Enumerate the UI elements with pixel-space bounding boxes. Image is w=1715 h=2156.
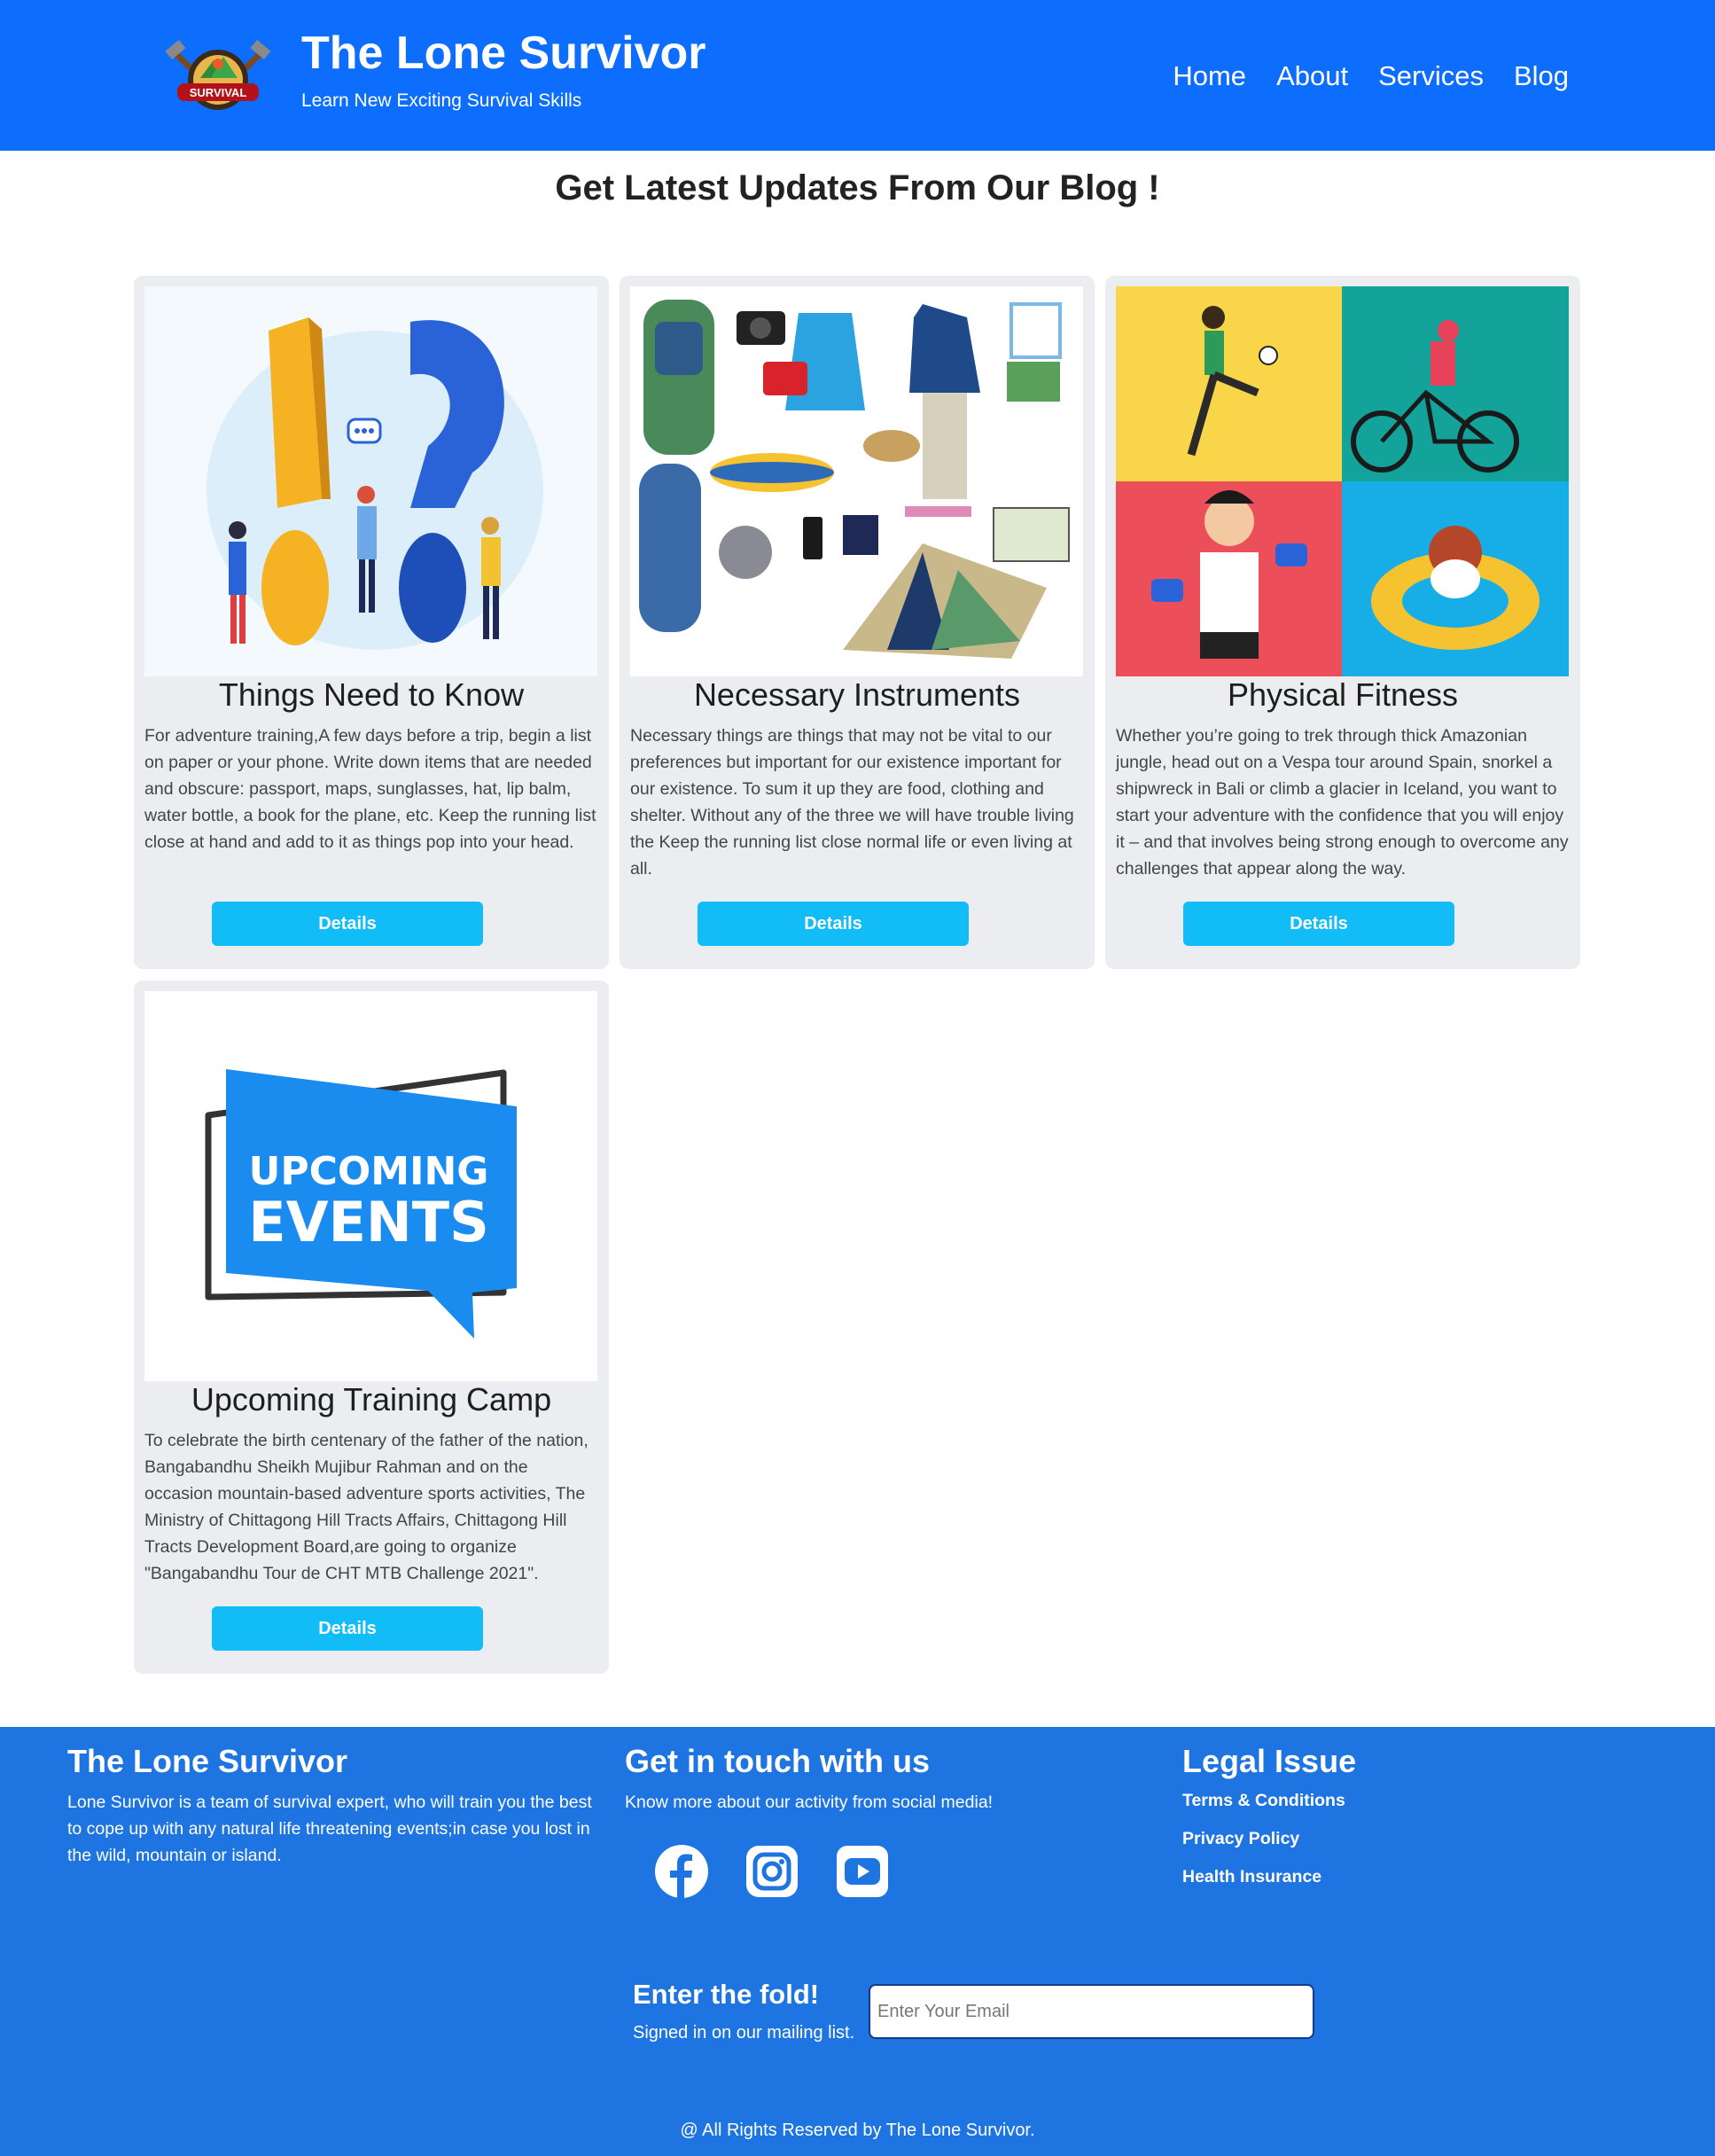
- site-title[interactable]: The Lone Survivor: [301, 27, 706, 80]
- details-button[interactable]: Details: [1183, 902, 1454, 946]
- copyright: @ All Rights Reserved by The Lone Surviv…: [680, 2121, 1035, 2140]
- footer-about-text: Lone Survivor is a team of survival expe…: [67, 1793, 592, 1865]
- logo-text: SURVIVAL: [190, 86, 247, 99]
- card-title: Things Need to Know: [218, 676, 525, 713]
- privacy-link[interactable]: Privacy Policy: [1182, 1829, 1625, 1849]
- site-header: SURVIVAL The Lone Survivor Learn New Exc…: [0, 0, 1715, 151]
- blog-heading: Get Latest Updates From Our Blog !: [555, 168, 1160, 207]
- events-text: EVENTS: [248, 1190, 489, 1254]
- card-image-gear: [630, 286, 1083, 676]
- upcoming-text: UPCOMING: [249, 1149, 489, 1194]
- terms-link[interactable]: Terms & Conditions: [1182, 1791, 1625, 1811]
- card-image-upcoming-events: UPCOMING EVENTS: [144, 991, 597, 1381]
- site-tagline: Learn New Exciting Survival Skills: [301, 90, 582, 111]
- details-button[interactable]: Details: [212, 1606, 483, 1651]
- blog-card: UPCOMING EVENTS Upcoming Training Camp T…: [134, 980, 609, 1674]
- youtube-icon[interactable]: [835, 1844, 890, 1899]
- newsletter-title: Enter the fold!: [633, 1979, 820, 2010]
- survival-logo[interactable]: SURVIVAL: [165, 34, 271, 117]
- card-title: Necessary Instruments: [693, 676, 1021, 713]
- footer-about: The Lone Survivor Lone Survivor is a tea…: [67, 1743, 599, 1869]
- health-insurance-link[interactable]: Health Insurance: [1182, 1867, 1625, 1887]
- nav-about[interactable]: About: [1276, 60, 1348, 92]
- details-button[interactable]: Details: [212, 902, 483, 946]
- blog-card: Things Need to Know For adventure traini…: [134, 276, 609, 969]
- facebook-icon[interactable]: [654, 1844, 709, 1899]
- card-body: To celebrate the birth centenary of the …: [144, 1431, 589, 1583]
- footer-legal: Legal Issue Terms & Conditions Privacy P…: [1182, 1743, 1625, 1905]
- card-body: Whether you’re going to trek through thi…: [1116, 726, 1569, 879]
- blog-card: Necessary Instruments Necessary things a…: [620, 276, 1095, 969]
- footer-about-title: The Lone Survivor: [67, 1743, 348, 1779]
- card-body: For adventure training,A few days before…: [144, 726, 596, 852]
- footer-legal-title: Legal Issue: [1182, 1743, 1357, 1779]
- nav-home[interactable]: Home: [1173, 60, 1246, 92]
- card-body: Necessary things are things that may not…: [630, 726, 1074, 879]
- instagram-icon[interactable]: [744, 1844, 799, 1899]
- site-footer: The Lone Survivor Lone Survivor is a tea…: [0, 1727, 1715, 2156]
- footer-contact: Get in touch with us Know more about our…: [625, 1743, 1121, 1816]
- card-image-question-marks: [144, 286, 597, 676]
- details-button[interactable]: Details: [698, 902, 969, 946]
- email-input[interactable]: [869, 1984, 1314, 2039]
- social-links: [654, 1844, 890, 1899]
- main-nav: Home About Services Blog: [1173, 60, 1569, 92]
- blog-card: Physical Fitness Whether you’re going to…: [1105, 276, 1580, 969]
- footer-contact-title: Get in touch with us: [625, 1743, 930, 1779]
- footer-contact-text: Know more about our activity from social…: [625, 1793, 994, 1812]
- nav-blog[interactable]: Blog: [1514, 60, 1569, 92]
- card-title: Physical Fitness: [1227, 676, 1459, 713]
- card-title: Upcoming Training Camp: [191, 1381, 552, 1418]
- nav-services[interactable]: Services: [1378, 60, 1484, 92]
- card-image-fitness: [1116, 286, 1569, 676]
- newsletter-subtitle: Signed in on our mailing list.: [633, 2023, 855, 2043]
